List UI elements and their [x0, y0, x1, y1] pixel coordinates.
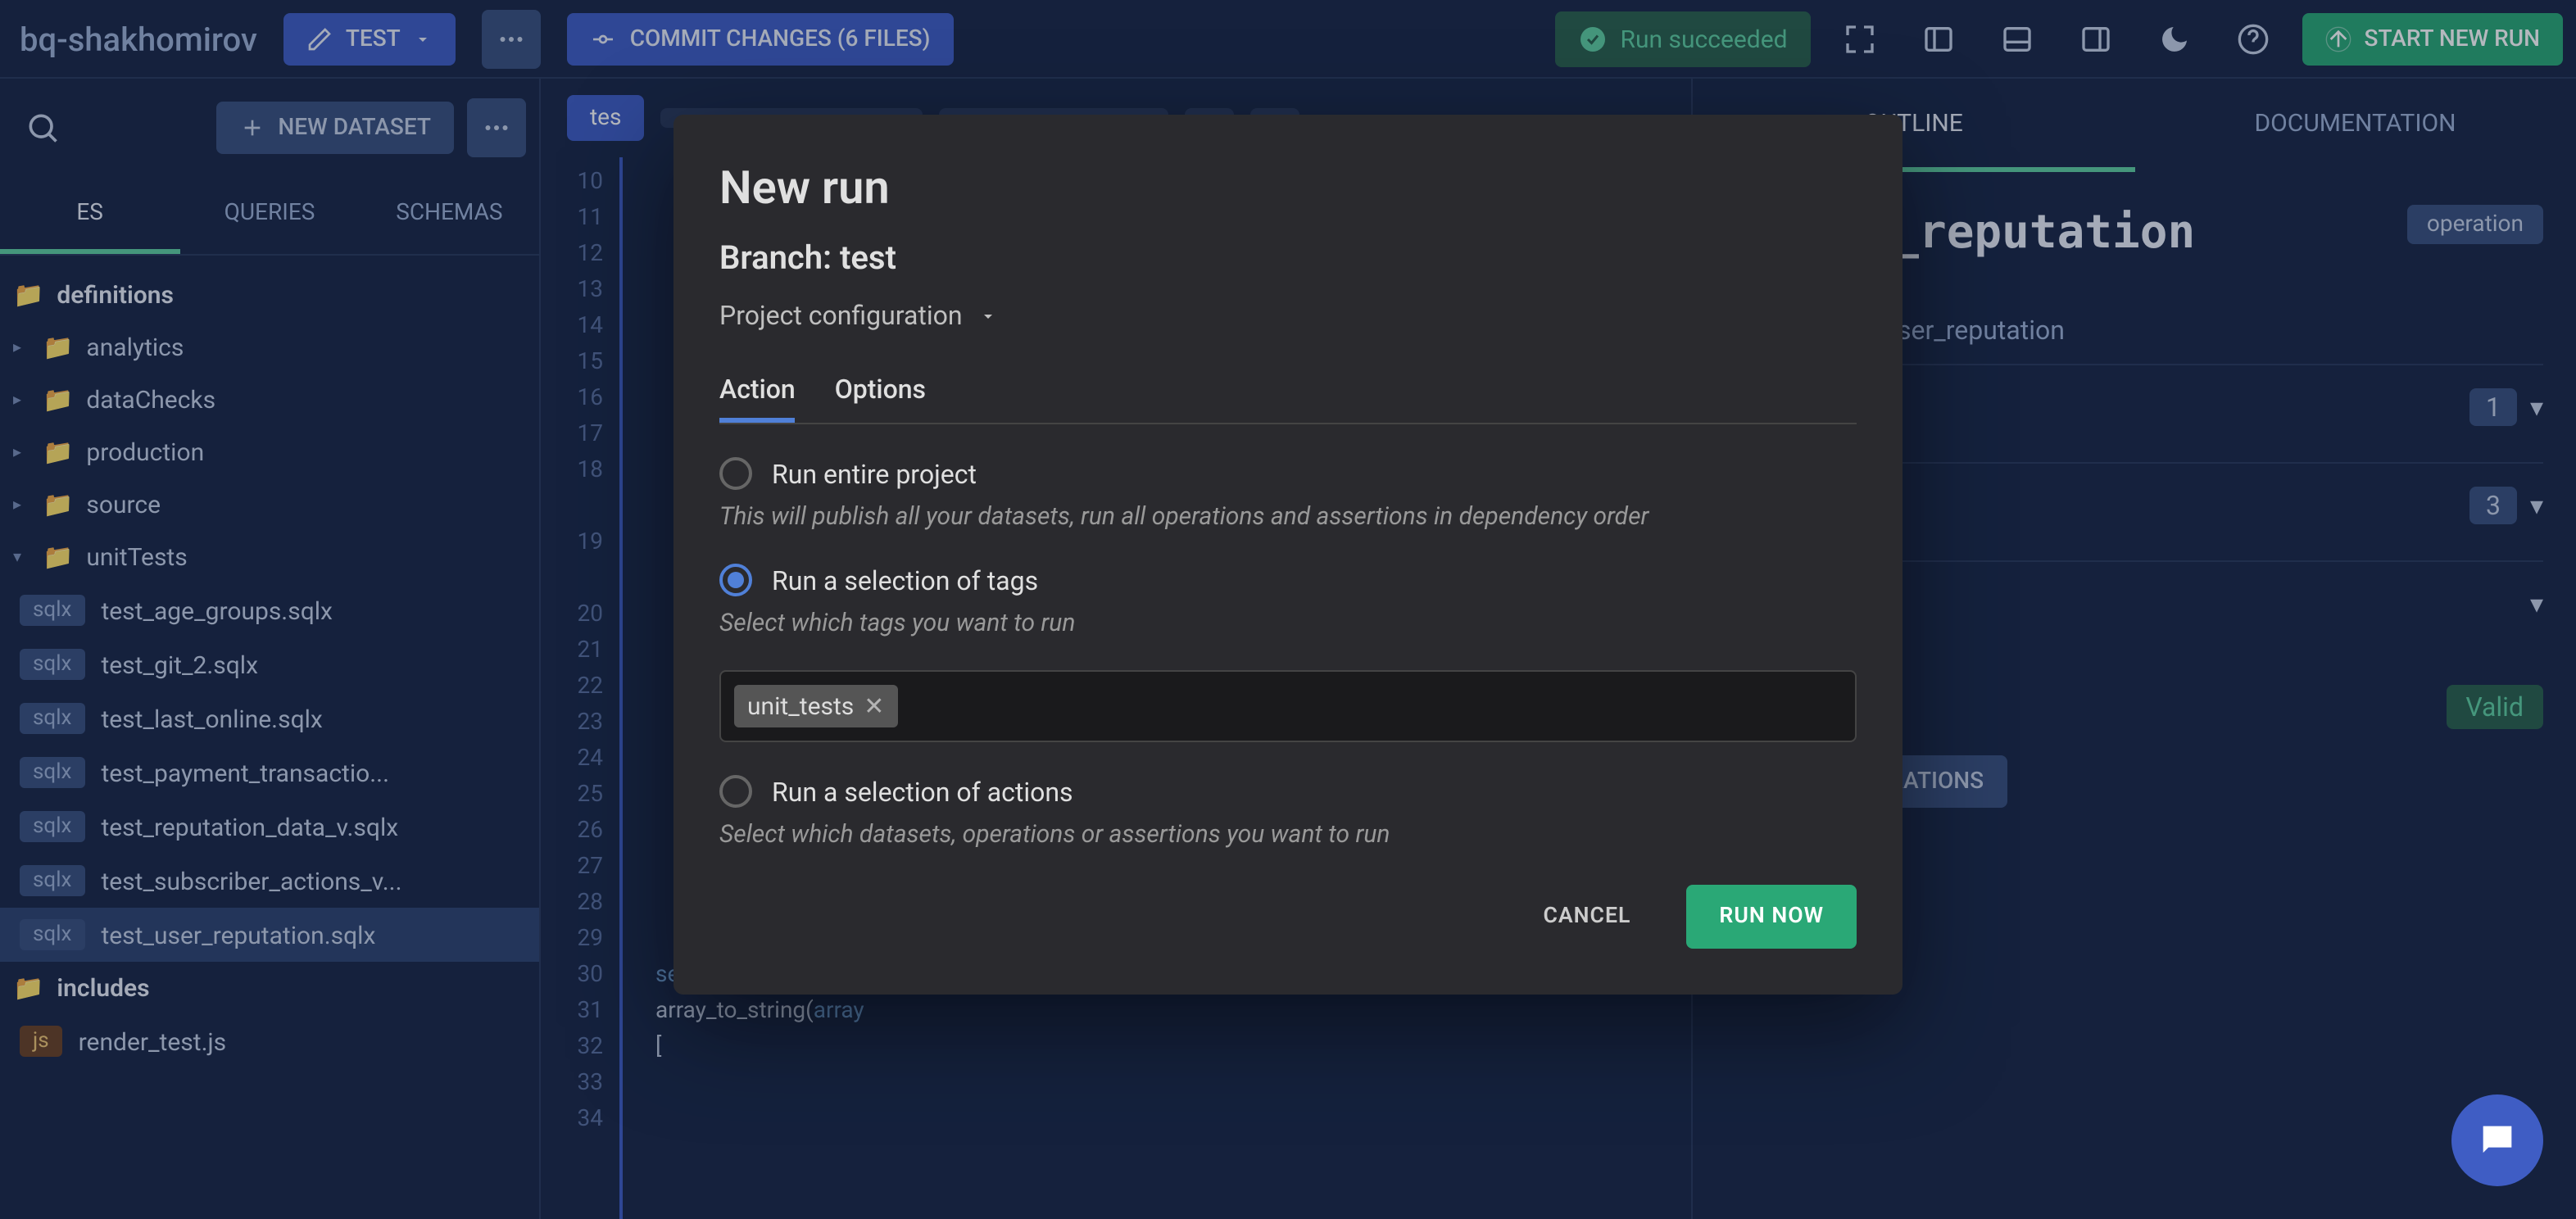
radio-run-tags[interactable]: Run a selection of tags [719, 564, 1857, 596]
new-run-modal: New run Branch: test Project configurati… [673, 115, 1903, 995]
cancel-button[interactable]: CANCEL [1520, 888, 1653, 945]
radio-desc: This will publish all your datasets, run… [719, 500, 1857, 534]
radio-run-actions[interactable]: Run a selection of actions [719, 775, 1857, 808]
run-now-button[interactable]: RUN NOW [1686, 885, 1857, 949]
modal-title: New run [719, 161, 1857, 215]
chat-icon [2476, 1119, 2519, 1162]
radio-desc: Select which datasets, operations or ass… [719, 818, 1857, 852]
radio-icon [719, 775, 752, 808]
radio-desc: Select which tags you want to run [719, 606, 1857, 641]
chevron-down-icon [979, 306, 999, 325]
tag-remove-icon[interactable]: ✕ [864, 691, 884, 721]
modal-branch: Branch: test [719, 238, 1857, 277]
modal-tab-action[interactable]: Action [719, 360, 796, 423]
modal-backdrop[interactable]: New run Branch: test Project configurati… [0, 0, 2576, 1219]
radio-icon [719, 564, 752, 596]
modal-tab-options[interactable]: Options [835, 360, 926, 423]
radio-icon [719, 457, 752, 490]
chat-button[interactable] [2451, 1094, 2543, 1186]
radio-run-entire[interactable]: Run entire project [719, 457, 1857, 490]
tag-chip: unit_tests ✕ [734, 685, 897, 727]
tags-input[interactable]: unit_tests ✕ [719, 670, 1857, 742]
project-config-dropdown[interactable]: Project configuration [719, 300, 1857, 331]
